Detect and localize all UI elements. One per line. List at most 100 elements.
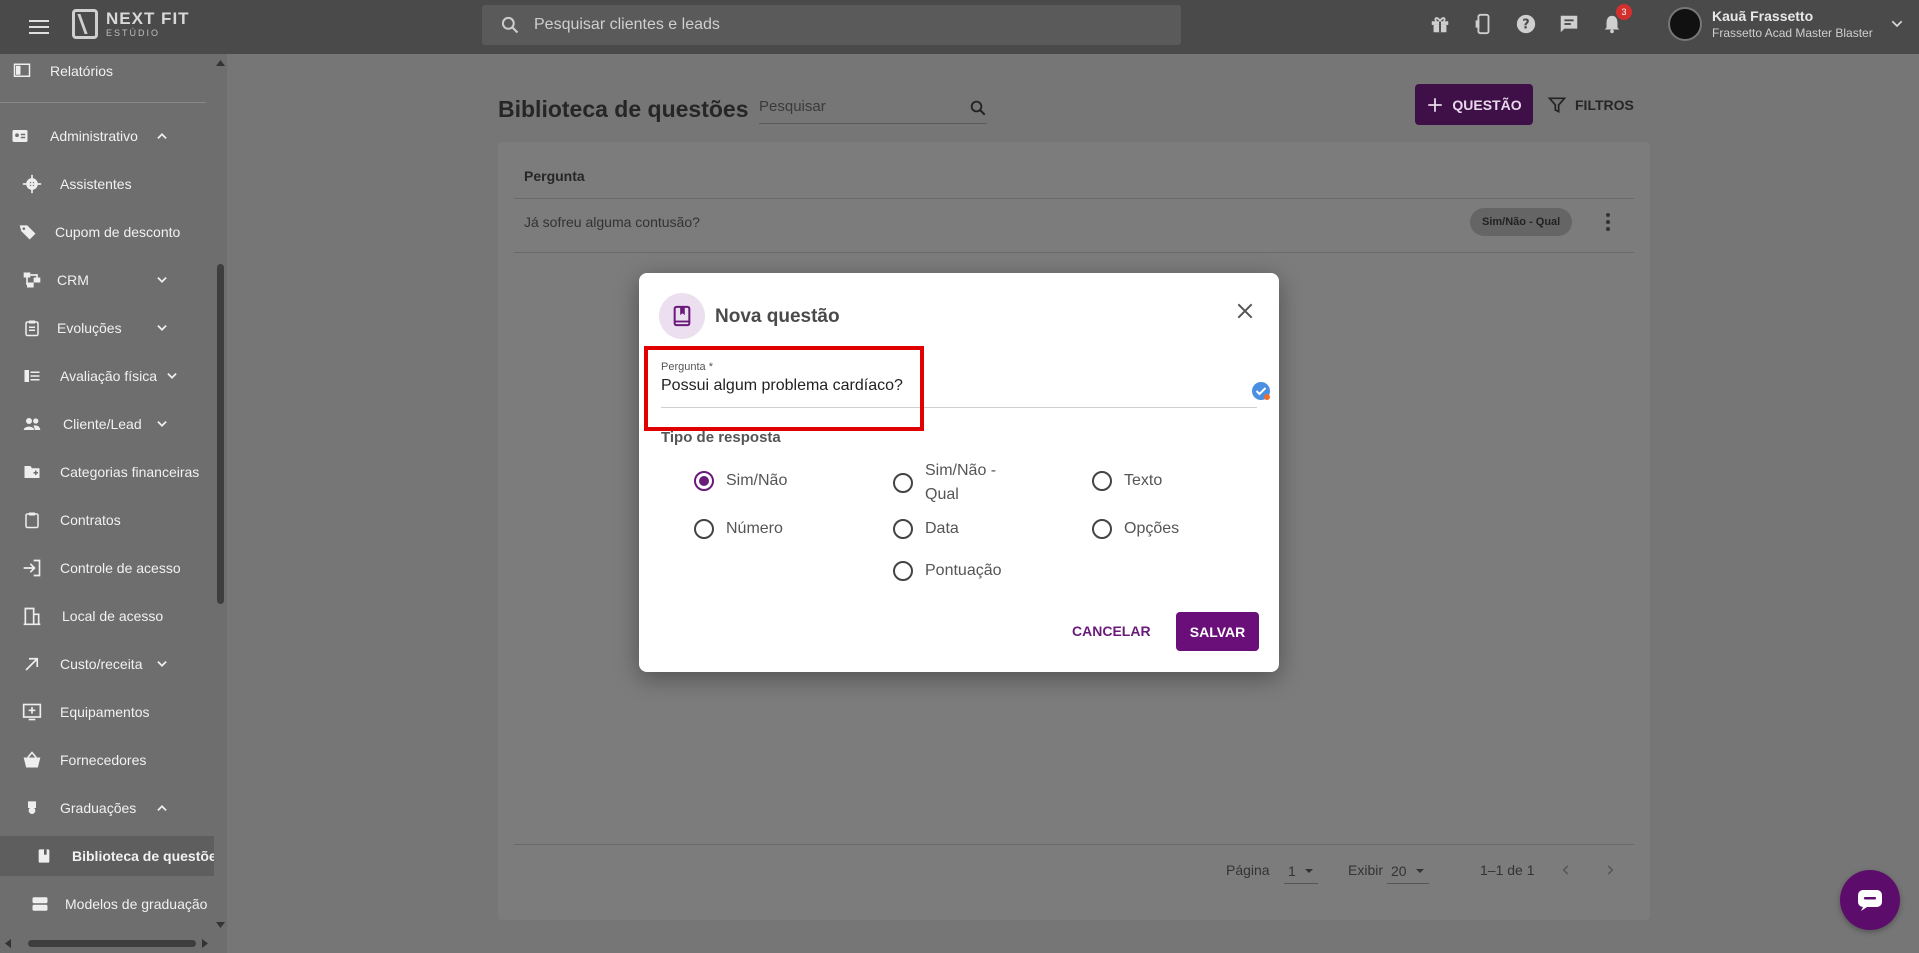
show-label: Exibir (1348, 862, 1384, 878)
page-search[interactable] (759, 90, 987, 124)
radio-numero[interactable]: Número (694, 517, 783, 541)
chat-message-icon[interactable] (1557, 12, 1581, 36)
notification-bell-icon[interactable]: 3 (1600, 4, 1632, 36)
user-menu[interactable]: Kauã Frassetto Frassetto Acad Master Bla… (1668, 7, 1905, 41)
scroll-left-arrow-icon[interactable] (3, 937, 13, 950)
table-divider (514, 198, 1634, 199)
building-icon (22, 606, 42, 626)
cancel-button[interactable]: CANCELAR (1064, 613, 1159, 649)
add-question-label: QUESTÃO (1452, 96, 1522, 113)
sidebar-item-administrativo[interactable]: Administrativo (0, 116, 214, 156)
chevron-right-icon[interactable] (1600, 860, 1620, 880)
page-search-input[interactable] (759, 98, 959, 115)
chevron-down-icon (154, 656, 170, 672)
sidebar-item-local-acesso[interactable]: Local de acesso (0, 596, 214, 636)
sidebar-item-label: Cupom de desconto (55, 224, 181, 240)
sidebar-item-modelos-graduacao[interactable]: Modelos de graduação (0, 884, 214, 924)
sidebar-item-label: Graduações (60, 800, 137, 816)
gift-icon[interactable] (1428, 12, 1452, 36)
question-field[interactable]: Pergunta * (661, 361, 1270, 408)
sidebar-item-cupom[interactable]: Cupom de desconto (0, 212, 214, 252)
sidebar-item-label: Administrativo (50, 128, 138, 144)
sidebar-item-controle-acesso[interactable]: Controle de acesso (0, 548, 214, 588)
scroll-down-arrow-icon[interactable] (214, 920, 227, 930)
sidebar-horizontal-scrollbar[interactable] (0, 934, 214, 953)
sidebar-item-biblioteca[interactable]: Biblioteca de questões (0, 836, 224, 876)
radio-sim-nao[interactable]: Sim/Não (694, 469, 787, 493)
tag-icon (18, 222, 38, 242)
crm-icon (22, 270, 42, 290)
sidebar-item-categorias[interactable]: Categorias financeiras (0, 452, 214, 492)
chevron-up-icon (154, 128, 170, 144)
help-icon[interactable]: ? (1514, 12, 1538, 36)
filters-button[interactable]: FILTROS (1547, 84, 1634, 125)
question-input[interactable] (661, 377, 1221, 395)
radio-label: Sim/Não - Qual (925, 462, 997, 503)
radio-label: Pontuação (925, 562, 1002, 579)
table-header-pergunta: Pergunta (524, 168, 585, 184)
radio-sim-nao-qual[interactable]: Sim/Não - Qual (893, 459, 1013, 507)
sidebar-item-label: Relatórios (50, 63, 114, 79)
radio-texto[interactable]: Texto (1092, 469, 1162, 493)
scroll-up-arrow-icon[interactable] (214, 58, 227, 68)
search-icon[interactable] (969, 99, 987, 117)
sidebar-item-relatorios[interactable]: Relatórios (0, 54, 214, 88)
sidebar-item-cliente-lead[interactable]: Cliente/Lead (0, 404, 214, 444)
scroll-right-arrow-icon[interactable] (200, 937, 210, 950)
save-button[interactable]: SALVAR (1176, 612, 1259, 651)
sidebar-item-fornecedores[interactable]: Fornecedores (0, 740, 214, 780)
radio-opcoes[interactable]: Opções (1092, 517, 1179, 541)
folder-plus-icon (22, 462, 42, 482)
logo-subtitle: ESTÚDIO (106, 28, 161, 38)
question-field-label: Pergunta * (661, 361, 713, 373)
scrollbar-thumb[interactable] (217, 264, 224, 604)
radio-data[interactable]: Data (893, 517, 959, 541)
mobile-device-icon[interactable] (1471, 12, 1495, 36)
sidebar-item-evolucoes[interactable]: Evoluções (0, 308, 214, 348)
notification-count-badge: 3 (1616, 4, 1632, 20)
more-vert-icon[interactable] (1598, 212, 1618, 232)
new-question-dialog: Nova questão Pergunta * Tipo de resposta… (639, 273, 1279, 672)
sidebar-item-label: Local de acesso (62, 608, 164, 624)
global-search-bar[interactable] (482, 5, 1181, 45)
app-logo[interactable]: NEXT FIT ESTÚDIO (72, 9, 190, 39)
login-icon (22, 558, 42, 578)
filters-label: FILTROS (1575, 96, 1634, 113)
global-search-input[interactable] (534, 16, 1134, 34)
sidebar-item-graduacoes[interactable]: Graduações (0, 788, 214, 828)
radio-label: Opções (1124, 520, 1180, 537)
sidebar-item-label: Equipamentos (60, 704, 150, 720)
radio-label: Número (726, 520, 783, 537)
sidebar-item-crm[interactable]: CRM (0, 260, 214, 300)
sidebar-item-custo-receita[interactable]: Custo/receita (0, 644, 214, 684)
logo-title: NEXT FIT (106, 9, 190, 28)
radio-circle (893, 473, 913, 493)
radio-circle (893, 561, 913, 581)
bars-icon (22, 366, 42, 386)
sidebar-item-avaliacao-fisica[interactable]: Avaliação física (0, 356, 214, 396)
chevron-down-icon (154, 272, 170, 288)
gear-icon (22, 174, 42, 194)
admin-card-icon (10, 126, 30, 146)
sidebar-item-label: Contratos (60, 512, 121, 528)
sidebar-item-equipamentos[interactable]: Equipamentos (0, 692, 214, 732)
page-title: Biblioteca de questões (498, 96, 749, 122)
filter-icon (1547, 97, 1567, 113)
page-size-select[interactable]: 20 (1387, 858, 1429, 884)
chevron-left-icon[interactable] (1556, 860, 1576, 880)
scrollbar-thumb[interactable] (28, 940, 196, 947)
sidebar-item-assistentes[interactable]: Assistentes (0, 164, 214, 204)
support-chat-button[interactable] (1840, 870, 1900, 930)
sidebar-vertical-scrollbar[interactable] (214, 54, 227, 934)
user-organization: Frassetto Acad Master Blaster (1712, 26, 1873, 40)
chevron-down-icon (154, 320, 170, 336)
add-question-button[interactable]: QUESTÃO (1415, 84, 1533, 125)
hamburger-menu-icon[interactable] (26, 14, 52, 40)
page-select[interactable]: 1 (1284, 858, 1318, 884)
chevron-down-icon (154, 416, 170, 432)
radio-pontuacao[interactable]: Pontuação (893, 559, 1002, 583)
close-icon[interactable] (1233, 299, 1257, 323)
book-icon (34, 846, 54, 866)
sidebar-item-contratos[interactable]: Contratos (0, 500, 214, 540)
equipment-icon (22, 702, 42, 722)
